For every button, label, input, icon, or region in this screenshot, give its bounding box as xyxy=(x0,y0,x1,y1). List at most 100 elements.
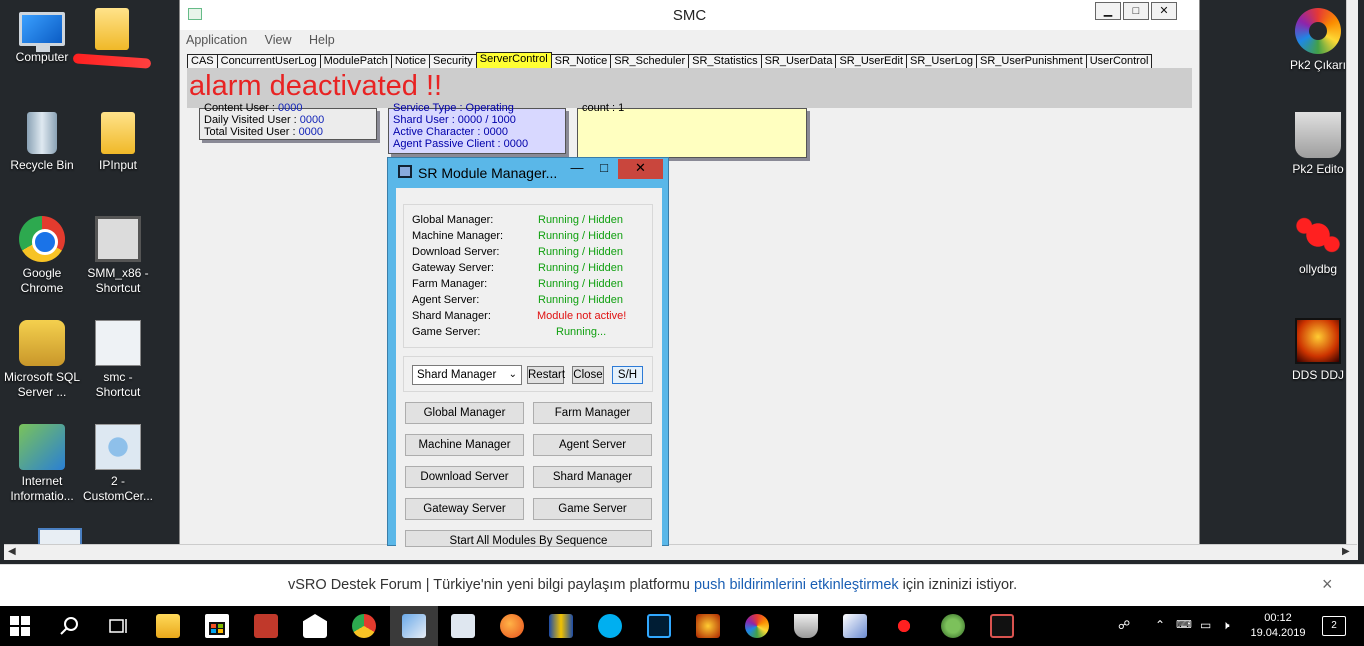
tab-sr-useredit[interactable]: SR_UserEdit xyxy=(835,54,908,69)
volume-muted-icon[interactable]: 🕨 xyxy=(1222,618,1230,633)
search-button[interactable] xyxy=(58,614,82,638)
module-control-bar: Shard Manager ⌄ Restart Close S/H xyxy=(403,356,653,392)
store-taskbar-icon[interactable] xyxy=(205,614,229,638)
terminal-icon xyxy=(95,216,141,262)
start-button[interactable] xyxy=(10,616,30,636)
mail-taskbar-icon[interactable] xyxy=(303,614,327,638)
desktop-icon-smm[interactable]: SMM_x86 - Shortcut xyxy=(78,216,158,296)
store-bag-icon xyxy=(209,622,225,635)
file-explorer-taskbar-icon[interactable] xyxy=(156,614,180,638)
computer-icon xyxy=(19,12,65,52)
maximize-button[interactable]: □ xyxy=(1123,2,1149,20)
download-server-button[interactable]: Download Server xyxy=(405,466,524,488)
chevron-up-icon[interactable]: ⌃ xyxy=(1155,618,1165,632)
sr-module-manager-window: SR Module Manager... — □ ✕ Global Manage… xyxy=(387,157,669,547)
tab-sr-userlog[interactable]: SR_UserLog xyxy=(906,54,977,69)
tab-user-control[interactable]: UserControl xyxy=(1085,54,1153,69)
skype-taskbar-icon[interactable] xyxy=(598,614,622,638)
tab-sr-notice[interactable]: SR_Notice xyxy=(550,54,612,69)
tab-security[interactable]: Security xyxy=(429,54,477,69)
agent-server-button[interactable]: Agent Server xyxy=(533,434,652,456)
restart-button[interactable]: Restart xyxy=(527,366,565,384)
clock[interactable]: 00:12 19.04.2019 xyxy=(1250,611,1306,641)
paint-brushes-icon xyxy=(1295,112,1341,158)
show-hide-button[interactable]: S/H xyxy=(612,366,643,384)
desktop-icon-iis[interactable]: Internet Informatio... xyxy=(2,424,82,504)
desktop-icon-smc[interactable]: smc - Shortcut xyxy=(78,320,158,400)
module-select[interactable]: Shard Manager ⌄ xyxy=(412,365,522,385)
minimize-button[interactable]: ▁ xyxy=(1095,2,1121,20)
desktop-icon-label: IPInput xyxy=(98,158,138,172)
tab-notice[interactable]: Notice xyxy=(390,54,431,69)
tab-sr-statistics[interactable]: SR_Statistics xyxy=(688,54,762,69)
smc-taskbar-icon[interactable] xyxy=(402,614,426,638)
enable-push-link[interactable]: push bildirimlerini etkinleştirmek xyxy=(694,577,899,593)
task-view-button[interactable] xyxy=(106,614,130,638)
network-tray-icon[interactable]: ▭ xyxy=(1200,618,1211,632)
desktop-icon-recycle-bin[interactable]: Recycle Bin xyxy=(2,112,82,173)
globe-taskbar-icon[interactable] xyxy=(941,614,965,638)
menu-application[interactable]: Application xyxy=(186,30,247,50)
chrome-taskbar-icon[interactable] xyxy=(352,614,376,638)
gateway-server-button[interactable]: Gateway Server xyxy=(405,498,524,520)
scroll-left-icon[interactable]: ◀ xyxy=(8,546,16,557)
module-status-row: Farm Manager: Running / Hidden xyxy=(412,278,624,290)
task-view-icon xyxy=(109,619,127,633)
machine-manager-button[interactable]: Machine Manager xyxy=(405,434,524,456)
scroll-right-icon[interactable]: ▶ xyxy=(1342,546,1350,557)
color-ring-taskbar-icon[interactable] xyxy=(745,614,769,638)
minimize-button[interactable]: — xyxy=(564,159,590,179)
bug-splat-icon xyxy=(1295,212,1341,258)
firefox-taskbar-icon[interactable] xyxy=(500,614,524,638)
tab-cas[interactable]: CAS xyxy=(187,54,218,69)
stat-row: Total Visited User : 0000 xyxy=(204,126,324,138)
maximize-button[interactable]: □ xyxy=(591,159,617,179)
shard-manager-button[interactable]: Shard Manager xyxy=(533,466,652,488)
folder-icon xyxy=(95,8,129,50)
phoenix-taskbar-icon[interactable] xyxy=(696,614,720,638)
smc-titlebar[interactable]: SMC ▁ □ ✕ xyxy=(180,0,1199,30)
chevron-down-icon: ⌄ xyxy=(508,369,517,380)
close-module-button[interactable]: Close xyxy=(572,366,604,384)
keyboard-tray-icon[interactable]: ⌨ xyxy=(1176,618,1192,631)
desktop-icon-sql-server[interactable]: Microsoft SQL Server ... xyxy=(2,320,82,400)
close-notification-icon[interactable]: × xyxy=(1322,574,1333,595)
sr-module-manager-titlebar[interactable]: SR Module Manager... — □ ✕ xyxy=(388,158,668,186)
vertical-scrollbar[interactable] xyxy=(1346,0,1358,560)
tool-taskbar-icon[interactable] xyxy=(990,614,1014,638)
windows-logo-icon xyxy=(10,616,30,636)
desktop-icon-computer[interactable]: Computer xyxy=(2,8,82,65)
paint-brushes-taskbar-icon[interactable] xyxy=(794,614,818,638)
desktop-icon-customcert[interactable]: 2 - CustomCer... xyxy=(78,424,158,504)
menu-help[interactable]: Help xyxy=(309,30,335,50)
photoshop-taskbar-icon[interactable] xyxy=(647,614,671,638)
farm-manager-button[interactable]: Farm Manager xyxy=(533,402,652,424)
edit-window-taskbar-icon[interactable] xyxy=(843,614,867,638)
desktop-icon-partial[interactable] xyxy=(20,528,100,544)
start-all-modules-button[interactable]: Start All Modules By Sequence xyxy=(405,530,652,547)
desktop-icon-ipinput[interactable]: IPInput xyxy=(78,112,158,173)
action-center-button[interactable]: 2 xyxy=(1322,616,1346,636)
toolbox-taskbar-icon[interactable] xyxy=(254,614,278,638)
close-button[interactable]: ✕ xyxy=(618,159,663,179)
chrome-icon xyxy=(19,216,65,262)
people-taskbar-icon[interactable] xyxy=(451,614,475,638)
desktop-icon-folder-redacted[interactable] xyxy=(72,8,152,69)
tab-concurrent-user-log[interactable]: ConcurrentUserLog xyxy=(216,54,321,69)
menu-view[interactable]: View xyxy=(265,30,292,50)
game-server-button[interactable]: Game Server xyxy=(533,498,652,520)
hub-taskbar-icon[interactable] xyxy=(549,614,573,638)
bug-splat-taskbar-icon[interactable] xyxy=(892,614,916,638)
tab-module-patch[interactable]: ModulePatch xyxy=(319,54,392,69)
global-manager-button[interactable]: Global Manager xyxy=(405,402,524,424)
horizontal-scrollbar[interactable]: ◀ ▶ xyxy=(4,544,1357,560)
desktop-icon-chrome[interactable]: Google Chrome xyxy=(2,216,82,296)
tab-sr-userpunishment[interactable]: SR_UserPunishment xyxy=(976,54,1087,69)
tab-sr-userdata[interactable]: SR_UserData xyxy=(760,54,837,69)
tab-sr-scheduler[interactable]: SR_Scheduler xyxy=(610,54,690,69)
tab-server-control[interactable]: ServerControl xyxy=(475,52,552,69)
people-tray-icon[interactable]: ☍ xyxy=(1118,618,1130,632)
desktop-icon-label: Computer xyxy=(15,50,69,64)
close-button[interactable]: ✕ xyxy=(1151,2,1177,20)
module-status-row: Agent Server: Running / Hidden xyxy=(412,294,624,306)
